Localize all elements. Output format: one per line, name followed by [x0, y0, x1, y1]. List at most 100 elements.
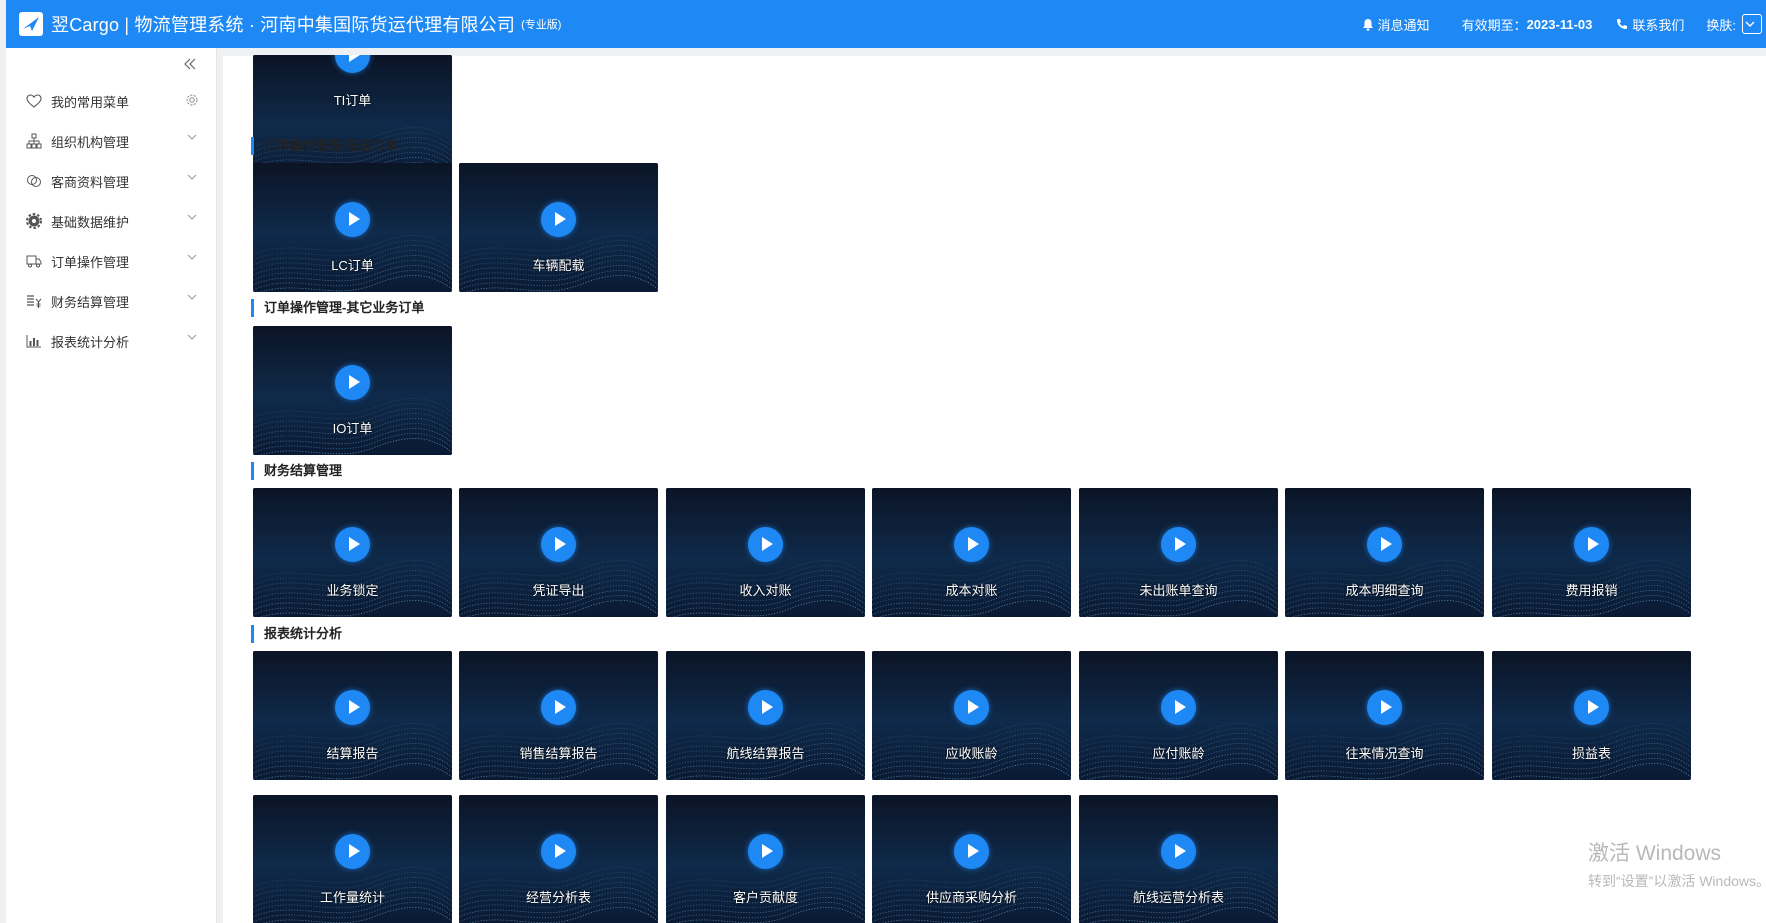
- video-card[interactable]: IO订单: [253, 326, 452, 455]
- play-icon[interactable]: [1161, 690, 1196, 725]
- video-card[interactable]: 工作量统计: [253, 795, 452, 923]
- sidebar-item-favorites[interactable]: 我的常用菜单: [6, 81, 217, 121]
- video-card[interactable]: LC订单: [253, 163, 452, 292]
- video-card[interactable]: 航线运营分析表: [1079, 795, 1278, 923]
- video-card[interactable]: 航线结算报告: [666, 651, 865, 780]
- play-icon[interactable]: [1161, 527, 1196, 562]
- notification-button[interactable]: 消息通知: [1362, 15, 1430, 34]
- sidebar-item-orders[interactable]: 订单操作管理: [6, 241, 217, 281]
- video-card[interactable]: 损益表: [1492, 651, 1691, 780]
- sidebar-item-label: 报表统计分析: [51, 334, 130, 350]
- chat-icon: [26, 173, 42, 189]
- contact-label: 联系我们: [1632, 17, 1685, 33]
- video-card[interactable]: 应付账龄: [1079, 651, 1278, 780]
- video-card-label: 供应商采购分析: [925, 890, 1017, 905]
- skin-switcher[interactable]: 换肤:: [1706, 14, 1762, 34]
- play-icon[interactable]: [748, 834, 783, 869]
- video-card-label: 成本明细查询: [1345, 583, 1424, 598]
- video-card-label: 损益表: [1571, 746, 1611, 761]
- sidebar-item-basic-data[interactable]: 基础数据维护: [6, 201, 217, 241]
- play-icon[interactable]: [335, 690, 370, 725]
- chevron-down-icon: [187, 294, 197, 300]
- play-icon[interactable]: [1367, 690, 1402, 725]
- video-card[interactable]: 收入对账: [666, 488, 865, 617]
- sidebar-item-label: 组织机构管理: [51, 134, 130, 150]
- main-content: TI订单 订单操作管理-陆运订单 LC订单 车辆配载 订单操作管理-其它业务订单…: [223, 55, 1766, 923]
- gear-icon: [26, 213, 42, 229]
- play-icon[interactable]: [954, 834, 989, 869]
- play-icon[interactable]: [1161, 834, 1196, 869]
- video-card[interactable]: 费用报销: [1492, 488, 1691, 617]
- truck-icon: [26, 253, 42, 269]
- sidebar: 我的常用菜单 组织机构管理 客商资料管理 基础数据维护 订单操作管理 财务结算管…: [6, 48, 217, 923]
- section-title: 财务结算管理: [251, 462, 342, 480]
- video-card-label: 业务锁定: [326, 583, 379, 598]
- play-icon[interactable]: [541, 527, 576, 562]
- video-card-label: 应收账龄: [945, 746, 998, 761]
- video-card[interactable]: 车辆配载: [459, 163, 658, 292]
- video-card[interactable]: 结算报告: [253, 651, 452, 780]
- video-card-label: TI订单: [333, 93, 372, 108]
- play-icon[interactable]: [335, 834, 370, 869]
- chevron-down-icon: [1745, 21, 1755, 27]
- skin-dropdown[interactable]: [1742, 14, 1762, 34]
- sidebar-item-organization[interactable]: 组织机构管理: [6, 121, 217, 161]
- play-icon[interactable]: [541, 690, 576, 725]
- play-icon[interactable]: [1574, 527, 1609, 562]
- video-card[interactable]: 供应商采购分析: [872, 795, 1071, 923]
- video-card-label: 车辆配载: [532, 258, 585, 273]
- top-header: 翌Cargo | 物流管理系统 · 河南中集国际货运代理有限公司 (专业版) 消…: [6, 0, 1766, 48]
- sidebar-item-label: 我的常用菜单: [51, 94, 130, 110]
- video-card-label: 收入对账: [739, 583, 792, 598]
- contact-button[interactable]: 联系我们: [1616, 15, 1684, 34]
- video-card-label: 往来情况查询: [1345, 746, 1424, 761]
- video-card[interactable]: 凭证导出: [459, 488, 658, 617]
- play-icon[interactable]: [335, 527, 370, 562]
- sidebar-item-clients[interactable]: 客商资料管理: [6, 161, 217, 201]
- chevron-down-icon: [187, 174, 197, 180]
- settings-gear-icon[interactable]: [185, 93, 199, 107]
- video-card[interactable]: 往来情况查询: [1285, 651, 1484, 780]
- sidebar-item-label: 客商资料管理: [51, 174, 130, 190]
- watermark-line1: 激活 Windows: [1588, 842, 1722, 865]
- video-card-label: 未出账单查询: [1139, 583, 1218, 598]
- video-card[interactable]: 未出账单查询: [1079, 488, 1278, 617]
- play-icon[interactable]: [954, 527, 989, 562]
- video-card-label: LC订单: [331, 258, 374, 273]
- chevron-down-icon: [187, 334, 197, 340]
- play-icon[interactable]: [748, 690, 783, 725]
- video-card[interactable]: 成本明细查询: [1285, 488, 1484, 617]
- play-icon[interactable]: [335, 202, 370, 237]
- video-card-label: 客户贡献度: [732, 890, 798, 905]
- play-icon[interactable]: [954, 690, 989, 725]
- section-title: 订单操作管理-其它业务订单: [251, 299, 424, 317]
- notification-label: 消息通知: [1377, 17, 1430, 33]
- video-card[interactable]: 经营分析表: [459, 795, 658, 923]
- play-icon[interactable]: [541, 834, 576, 869]
- video-card-label: IO订单: [332, 421, 373, 436]
- sidebar-item-label: 订单操作管理: [51, 254, 130, 270]
- video-card[interactable]: 客户贡献度: [666, 795, 865, 923]
- play-icon[interactable]: [541, 202, 576, 237]
- header-toolbar: 消息通知 有效期至： 2023-11-03 联系我们 换肤:: [1338, 0, 1766, 48]
- video-card-label: 工作量统计: [319, 890, 385, 905]
- sidebar-item-finance[interactable]: 财务结算管理: [6, 281, 217, 321]
- play-icon[interactable]: [335, 365, 370, 400]
- video-card-label: 成本对账: [945, 583, 998, 598]
- video-card[interactable]: 应收账龄: [872, 651, 1071, 780]
- video-card-label: 经营分析表: [525, 890, 591, 905]
- play-icon[interactable]: [748, 527, 783, 562]
- video-card-label: 销售结算报告: [519, 746, 598, 761]
- collapse-sidebar-icon[interactable]: [182, 56, 198, 72]
- video-card[interactable]: 成本对账: [872, 488, 1071, 617]
- windows-activation-watermark: 激活 Windows 转到“设置”以激活 Windows。: [1588, 837, 1766, 891]
- sidebar-item-reports[interactable]: 报表统计分析: [6, 321, 217, 361]
- bell-icon: [1362, 18, 1373, 31]
- app-edition: (专业版): [521, 19, 562, 31]
- video-card-label: 航线结算报告: [726, 746, 805, 761]
- app-logo-icon: [19, 12, 43, 36]
- video-card[interactable]: 销售结算报告: [459, 651, 658, 780]
- video-card[interactable]: 业务锁定: [253, 488, 452, 617]
- play-icon[interactable]: [1574, 690, 1609, 725]
- play-icon[interactable]: [1367, 527, 1402, 562]
